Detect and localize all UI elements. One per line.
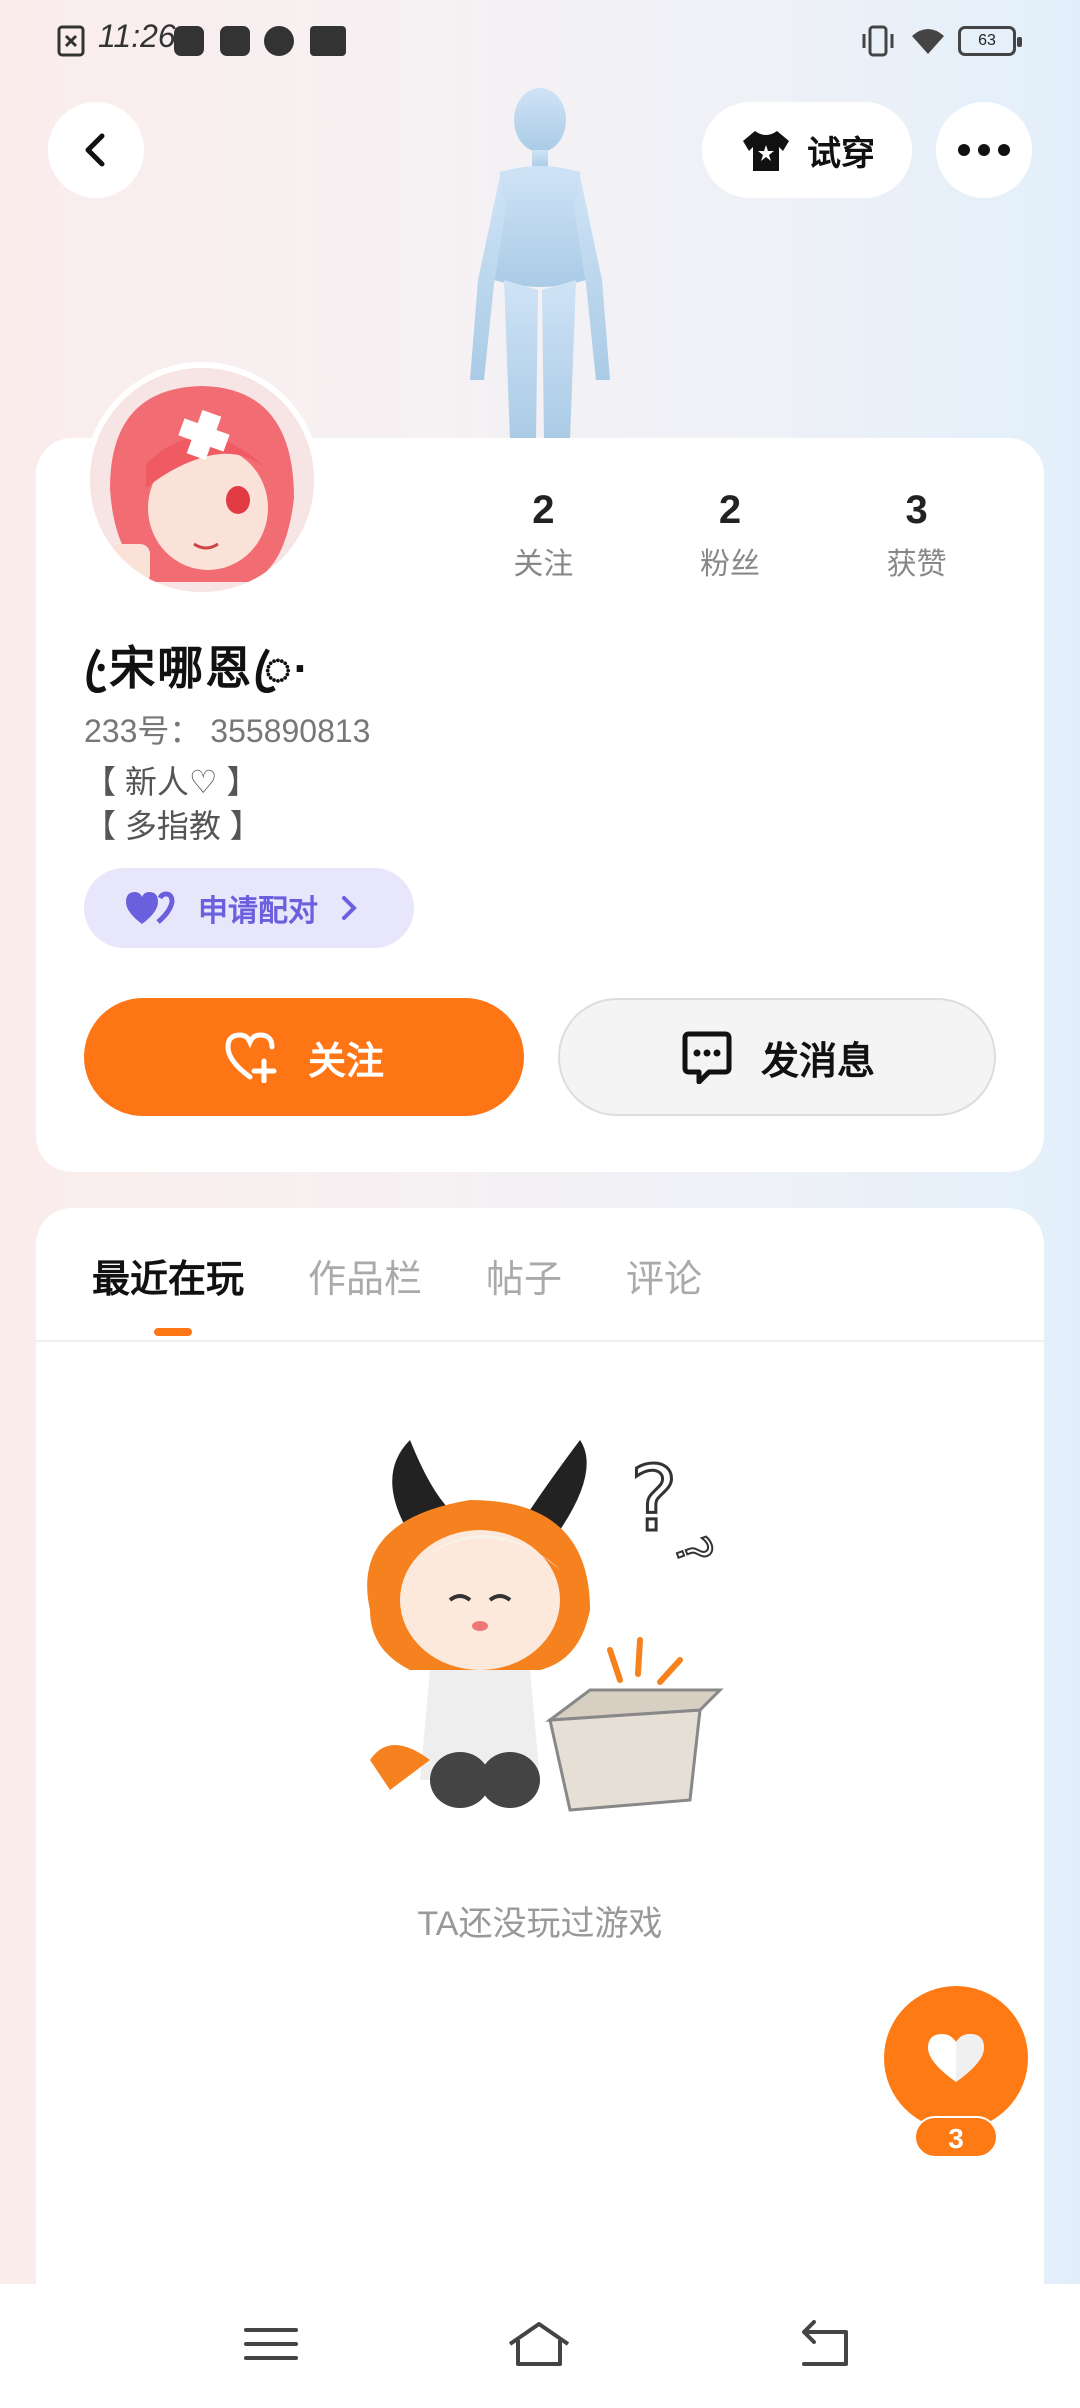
follow-label: 关注 [307, 1040, 384, 1083]
status-time: 11:26 [98, 18, 176, 54]
bio-line: 【 多指教 】 [84, 808, 262, 844]
avatar-figure-image [470, 88, 610, 440]
back-nav-icon[interactable] [790, 2314, 860, 2374]
stat-following[interactable]: 2 关注 [450, 488, 637, 583]
pair-request-button[interactable]: 申请配对 [84, 868, 414, 948]
svg-text:?: ? [630, 1447, 678, 1552]
tab-recently-played[interactable]: 最近在玩 [92, 1248, 244, 1303]
follow-button[interactable]: 关注 [84, 998, 524, 1116]
like-count-badge: 3 [914, 2116, 998, 2158]
active-tab-indicator [154, 1328, 192, 1336]
stat-followers[interactable]: 2 粉丝 [637, 488, 824, 583]
try-on-label: 试穿 [807, 134, 875, 173]
message-button[interactable]: 发消息 [558, 998, 996, 1116]
stats-row: 2 关注 2 粉丝 3 获赞 [450, 488, 1010, 583]
followers-label: 粉丝 [700, 548, 760, 581]
stat-likes[interactable]: 3 获赞 [823, 488, 1010, 583]
double-heart-icon [126, 891, 175, 924]
sim-error-icon [57, 25, 85, 57]
tab-comments[interactable]: 评论 [626, 1248, 702, 1303]
empty-state-illustration: ? ? [367, 1440, 725, 1812]
message-label: 发消息 [760, 1040, 875, 1083]
avatar[interactable] [84, 362, 320, 598]
try-on-button[interactable]: 试穿 [702, 102, 912, 198]
wifi-icon [912, 29, 944, 54]
like-button[interactable] [884, 1986, 1028, 2130]
wallet-icon [220, 26, 250, 56]
chevron-right-icon [342, 896, 357, 920]
speed-icon [264, 26, 294, 56]
tab-bar: 最近在玩 作品栏 帖子 评论 [92, 1248, 702, 1303]
chat-bubble-icon [682, 1031, 732, 1084]
system-nav-bar [0, 2284, 1080, 2408]
likes-count: 3 [905, 488, 928, 532]
tshirt-icon [743, 131, 789, 171]
tab-works[interactable]: 作品栏 [308, 1248, 422, 1303]
vibrate-icon [862, 25, 894, 57]
back-button[interactable] [48, 102, 144, 198]
user-id: 233号： 355890813 [84, 713, 371, 749]
app-notification-icon [174, 26, 204, 56]
pair-request-label: 申请配对 [198, 895, 318, 928]
following-count: 2 [532, 488, 555, 532]
tab-posts[interactable]: 帖子 [486, 1248, 562, 1303]
tab-divider [36, 1340, 1044, 1342]
empty-state-text: TA还没玩过游戏 [417, 1905, 663, 1943]
followers-count: 2 [718, 488, 742, 532]
home-icon[interactable] [504, 2314, 574, 2374]
likes-label: 获赞 [886, 548, 947, 581]
bio-line: 【 新人♡ 】 [84, 764, 259, 800]
heart-plus-icon [225, 1032, 277, 1083]
more-button[interactable] [936, 102, 1032, 198]
avatar-image [90, 368, 314, 592]
more-dots-icon [958, 144, 1010, 156]
status-bar: 11:26 63 [0, 0, 1080, 80]
menu-icon[interactable] [236, 2314, 306, 2374]
following-label: 关注 [513, 548, 574, 581]
back-arrow-icon [85, 133, 105, 167]
bio: 【 新人♡ 】 【 多指教 】 [84, 760, 262, 848]
heart-icon [928, 2034, 984, 2082]
camera-icon [310, 26, 346, 56]
battery-icon: 63 [958, 26, 1022, 56]
